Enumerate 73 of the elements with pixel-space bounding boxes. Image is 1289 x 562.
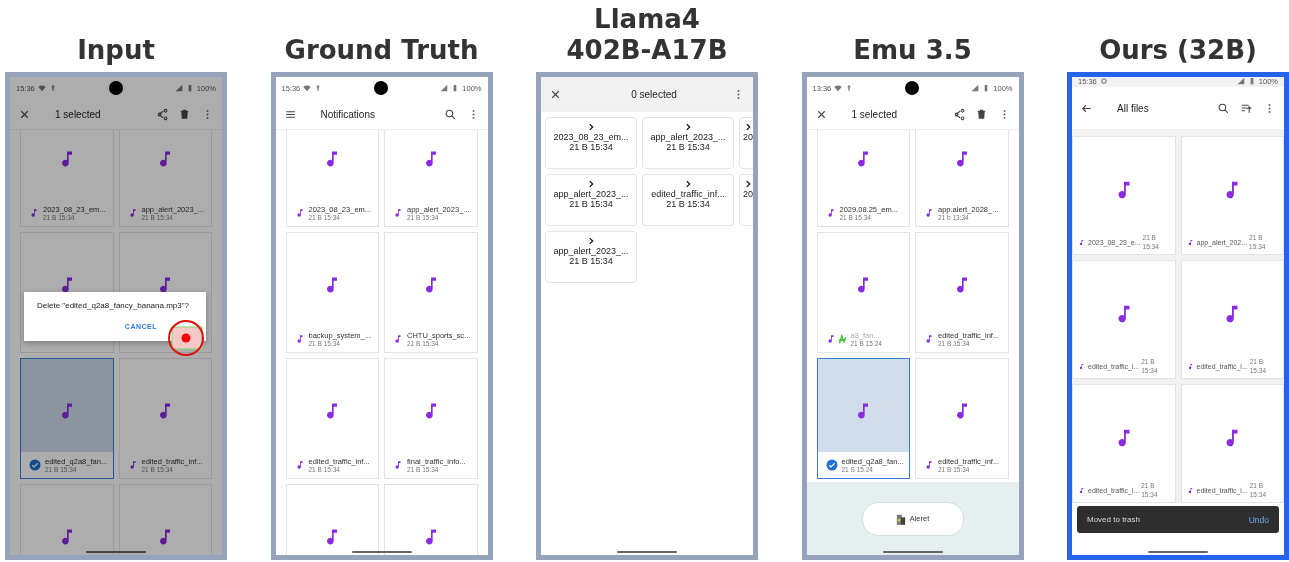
file-info: 21 B 15:34 <box>569 142 613 152</box>
music-note-icon <box>29 208 39 218</box>
panel-title: Ground Truth <box>283 34 480 67</box>
dialog-message: Delete "edited_q2a8_fancy_banana.mp3"? <box>37 301 191 311</box>
music-note-icon <box>393 334 403 344</box>
app-bar-title: 1 selected <box>850 108 899 120</box>
file-name: 20 <box>743 189 753 199</box>
file-tile[interactable]: 20 <box>739 117 753 169</box>
music-note-icon <box>924 208 934 218</box>
music-note-icon <box>1078 486 1085 494</box>
wifi-icon <box>303 84 312 92</box>
chevron-icon <box>586 236 596 246</box>
app-bar-title: All files <box>1116 102 1150 114</box>
music-note-icon <box>393 208 403 218</box>
check-circle-icon[interactable] <box>825 459 838 471</box>
signal-icon <box>971 84 980 92</box>
undo-button[interactable]: Undo <box>1246 512 1271 527</box>
home-indicator <box>617 551 677 553</box>
file-tile[interactable]: edited_traffic_inf... 21 B 15:34 <box>642 174 734 226</box>
chevron-icon <box>743 122 753 132</box>
file-info: 21 B 15:34 <box>569 256 613 266</box>
file-info: 21 B 15:34 <box>666 142 710 152</box>
wifi-icon <box>834 84 843 92</box>
music-note-icon <box>1078 362 1085 370</box>
home-indicator <box>882 551 943 553</box>
panel-title: Emu 3.5 <box>852 34 973 67</box>
chevron-icon <box>683 122 693 132</box>
snackbar-message: Moved to trash <box>1087 515 1140 524</box>
camera-cutout <box>374 81 389 95</box>
share-icon[interactable] <box>155 107 168 121</box>
music-note-icon <box>393 460 403 470</box>
check-circle-icon[interactable] <box>29 459 41 471</box>
app-bar-title: Notifications <box>319 108 376 120</box>
file-name: app_alert_2023_... <box>553 246 629 256</box>
search-icon[interactable] <box>443 107 457 121</box>
file-info: 21 B 15:34 <box>569 199 613 209</box>
home-indicator <box>351 551 412 553</box>
panel-title: Ours (32B) <box>1098 34 1258 67</box>
file-name: app_alert_2023_... <box>553 189 629 199</box>
file-tile[interactable]: app_alert_2023_... 21 B 15:34 <box>642 117 734 169</box>
search-icon[interactable] <box>1217 101 1230 115</box>
music-note-icon <box>1186 362 1194 370</box>
signal-icon <box>440 84 449 92</box>
file-info: 21 B 15:34 <box>666 199 710 209</box>
file-name: 20 <box>743 132 753 142</box>
panel-title: Llama4 402B-A17B <box>565 3 729 67</box>
music-note-icon <box>1186 238 1194 246</box>
file-tile[interactable]: 2023_08_23_em... 21 B 15:34 <box>545 117 637 169</box>
music-note-icon <box>1186 486 1194 494</box>
home-indicator <box>86 551 146 553</box>
panel-title: Input <box>76 34 156 67</box>
music-note-icon <box>1078 238 1085 246</box>
music-note-icon <box>924 460 934 470</box>
file-tile[interactable]: app_alert_2023_... 21 B 15:34 <box>545 174 637 226</box>
file-name: edited_traffic_inf... <box>651 189 725 199</box>
file-name: 2023_08_23_em... <box>553 132 629 142</box>
file-tile[interactable]: app_alert_2023_... 21 B 15:34 <box>545 231 637 283</box>
signal-icon <box>174 84 183 92</box>
signal-icon <box>1236 77 1245 85</box>
home-indicator <box>1148 551 1208 553</box>
file-name: app_alert_2023_... <box>650 132 726 142</box>
app-bar-title: 0 selected <box>630 88 678 100</box>
app-bar-title: 1 selected <box>54 108 102 120</box>
camera-cutout <box>905 81 920 95</box>
trash-icon[interactable] <box>178 107 191 121</box>
chevron-icon <box>743 179 753 189</box>
camera-cutout <box>108 81 123 95</box>
music-note-icon <box>924 334 934 344</box>
wifi-icon <box>37 84 46 92</box>
file-tile[interactable]: 20 <box>739 174 753 226</box>
chevron-icon <box>586 179 596 189</box>
chevron-icon <box>683 179 693 189</box>
chevron-icon <box>586 122 596 132</box>
